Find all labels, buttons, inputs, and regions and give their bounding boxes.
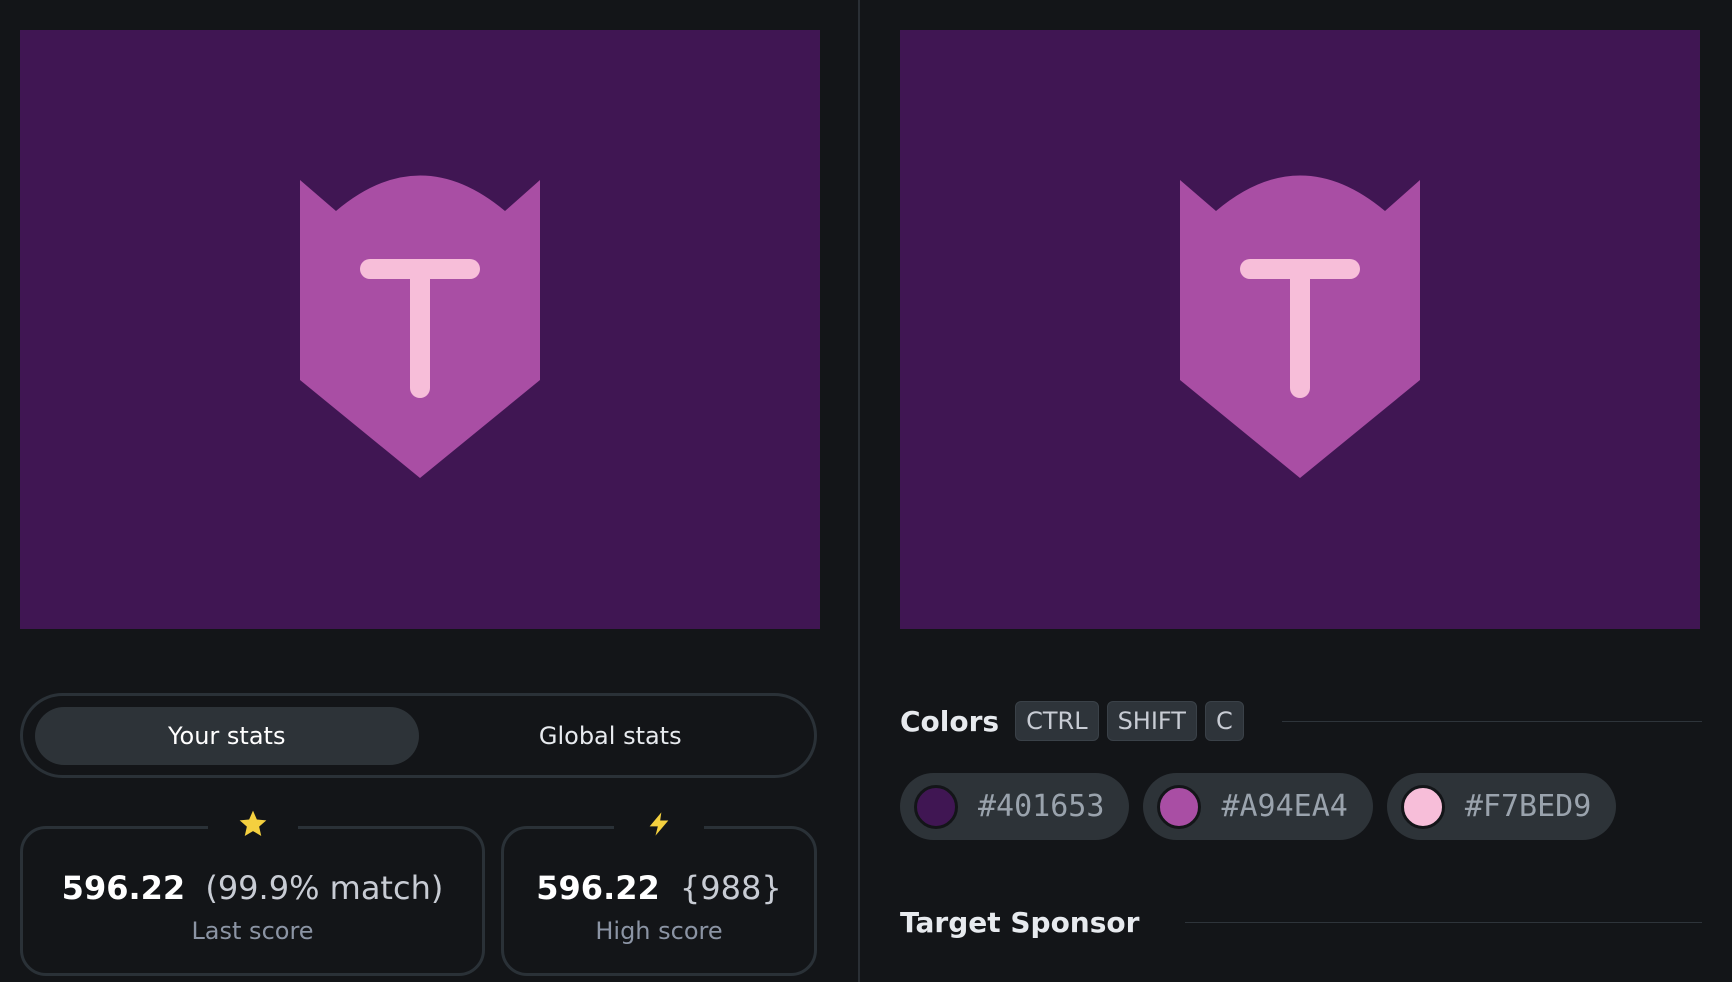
colors-header: Colors CTRL SHIFT C	[900, 700, 1702, 742]
high-score-value: 596.22	[536, 869, 660, 907]
stats-tabs: Your stats Global stats	[20, 693, 817, 778]
kbd-c: C	[1204, 701, 1244, 741]
letter-t-stem	[1290, 259, 1310, 398]
color-swatch[interactable]: #A94EA4	[1143, 773, 1373, 840]
color-swatch[interactable]: #401653	[900, 773, 1130, 840]
left-pane: Your stats Global stats 596.22 (99.9% ma…	[0, 0, 858, 982]
letter-t-stem	[410, 259, 430, 398]
target-canvas	[900, 30, 1700, 629]
swatch-dot	[914, 784, 958, 829]
swatch-hex: #401653	[978, 789, 1105, 824]
last-score-label: Last score	[191, 917, 314, 945]
star-icon	[207, 799, 298, 849]
kbd-shift: SHIFT	[1106, 701, 1197, 741]
sponsor-header: Target Sponsor	[900, 902, 1702, 942]
tab-your-stats[interactable]: Your stats	[35, 706, 419, 765]
colors-title: Colors	[900, 704, 1000, 738]
kbd-ctrl: CTRL	[1015, 701, 1099, 741]
high-score-line: 596.22 {988}	[504, 869, 814, 907]
high-score-card: 596.22 {988} High score	[501, 799, 817, 976]
sponsor-divider	[1185, 921, 1702, 923]
tab-global-stats[interactable]: Global stats	[419, 707, 803, 765]
lightning-icon	[614, 799, 704, 849]
sponsor-title: Target Sponsor	[900, 905, 1140, 939]
color-swatches: #401653 #A94EA4 #F7BED9	[900, 773, 1630, 840]
swatch-dot	[1157, 784, 1202, 829]
swatch-hex: #A94EA4	[1221, 789, 1348, 824]
last-score-card: 596.22 (99.9% match) Last score	[20, 799, 485, 976]
user-canvas[interactable]	[20, 30, 820, 629]
target-drawing	[900, 30, 1700, 629]
user-drawing	[20, 30, 820, 629]
last-score-line: 596.22 (99.9% match)	[23, 869, 482, 907]
colors-divider	[1281, 720, 1702, 722]
color-swatch[interactable]: #F7BED9	[1386, 773, 1617, 840]
last-score-match: (99.9% match)	[205, 869, 444, 907]
right-pane: Colors CTRL SHIFT C #401653 #A94EA4 #F7B…	[860, 0, 1732, 982]
swatch-dot	[1400, 784, 1445, 829]
last-score-value: 596.22	[61, 869, 186, 907]
high-score-extra: {988}	[679, 869, 782, 907]
high-score-label: High score	[595, 917, 723, 945]
swatch-hex: #F7BED9	[1464, 789, 1592, 824]
